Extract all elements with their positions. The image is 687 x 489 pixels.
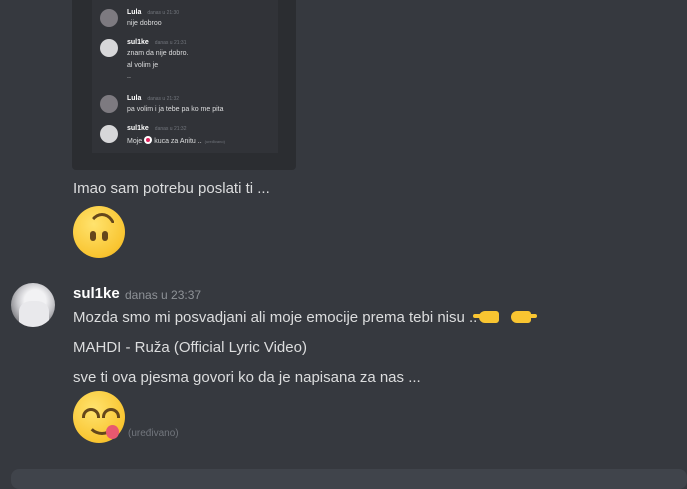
mini-avatar [100, 9, 118, 27]
timestamp[interactable]: danas u 23:37 [125, 288, 201, 302]
mini-avatar [100, 125, 118, 143]
avatar[interactable] [11, 283, 55, 327]
emoji-eye [102, 408, 120, 418]
pointing-right-hand-icon[interactable] [511, 311, 538, 323]
mini-line: .. [127, 73, 131, 80]
pointing-left-hand-icon[interactable] [473, 311, 500, 323]
mini-text: kuca za Anitu .. [154, 138, 202, 145]
message-text: Mozda smo mi posvadjani ali moje emocije… [73, 309, 478, 326]
mini-line: al volim je [127, 62, 159, 69]
mini-line: nije dobroo [127, 20, 162, 27]
mini-text: Moje [127, 138, 143, 145]
face-savoring-food-icon[interactable] [73, 391, 125, 443]
mini-author: Lula [127, 9, 142, 16]
mini-line: Moje kuca za Anitu .. (uređivano) [127, 136, 225, 145]
mini-avatar [100, 39, 118, 57]
message-line: Mozda smo mi posvadjani ali moje emocije… [73, 309, 538, 326]
upside-down-face-icon[interactable] [73, 206, 125, 258]
message-text: Imao sam potrebu poslati ti ... [73, 180, 270, 197]
mini-line: pa volim i ja tebe pa ko me pita [127, 106, 224, 113]
mini-time: danas u 21:30 [147, 10, 180, 16]
heart-icon [144, 136, 153, 144]
mini-line: znam da nije dobro. [127, 50, 189, 57]
mini-time: danas u 21:32 [154, 126, 187, 132]
mini-time: danas u 21:32 [147, 96, 180, 102]
message-composer[interactable] [11, 469, 687, 489]
edited-label: (uređivano) [128, 428, 179, 439]
emoji-eye [82, 408, 100, 418]
mini-author: Lula [127, 95, 142, 102]
emoji-tongue [106, 425, 119, 439]
mini-author: sul1ke [127, 125, 149, 132]
embedded-chat: Lula danas u 21:30 nije dobroo sul1ke dana… [92, 0, 278, 153]
mini-time: danas u 21:31 [154, 40, 187, 46]
mini-edited: (uređivano) [204, 139, 225, 144]
message-text: MAHDI - Ruža (Official Lyric Video) [73, 339, 307, 356]
mini-author: sul1ke [127, 39, 149, 46]
emoji-mouth [87, 213, 117, 233]
embedded-screenshot[interactable]: Lula danas u 21:30 nije dobroo sul1ke dana… [72, 0, 296, 170]
mini-avatar [100, 95, 118, 113]
message-text: sve ti ova pjesma govori ko da je napisa… [73, 369, 421, 386]
username[interactable]: sul1ke [73, 285, 120, 302]
